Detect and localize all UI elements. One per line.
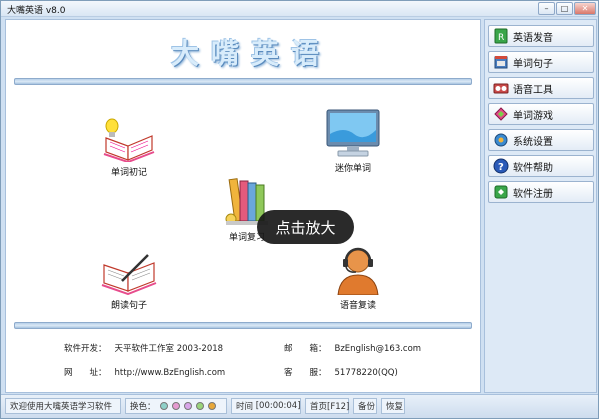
sidebar-item-word-sentences[interactable]: 单词句子 [488,51,594,73]
support-label: 客 服： [284,368,327,378]
sidebar-item-label: 英语发音 [513,32,553,44]
website-link[interactable]: http://www.BzEnglish.com [115,368,226,378]
sidebar: R 英语发音 单词句子 语音工具 单词游戏 系统设置 ? 软件帮助 软件注册 [484,19,597,393]
feature-label: 迷你单词 [334,164,371,174]
time-value: [00:00:04] [255,401,301,411]
email-value[interactable]: BzEnglish@163.com [335,344,422,354]
sidebar-item-pronunciation[interactable]: R 英语发音 [488,25,594,47]
top-divider [14,78,472,85]
main-panel: 大嘴英语 单词初记 迷你单词 单词复习 朗读句子 语音复读 点击放大 软件开发：… [5,19,481,393]
help-icon: ? [493,158,509,174]
developer-label: 软件开发： [64,344,107,354]
support-value: 51778220(QQ) [334,368,398,378]
sidebar-item-label: 软件帮助 [513,162,553,174]
open-book-pen-icon [84,245,174,295]
game-icon [494,107,508,121]
sidebar-item-label: 语音工具 [513,84,553,96]
time-label: 时间 [236,402,254,412]
headset-person-icon [313,245,403,295]
svg-text:R: R [498,33,504,43]
svg-text:?: ? [498,162,504,173]
sidebar-item-label: 软件注册 [513,188,553,200]
app-title: 大嘴英语 [170,37,331,70]
developer-info: 软件开发： 天平软件工作室 2003-2018 [64,342,223,354]
website-label: 网 址： [64,368,107,378]
elapsed-time: 时间 [00:00:04] [231,398,301,414]
app-window: 大嘴英语 v8.0 – □ ✕ 大嘴英语 单词初记 迷你单词 单词复习 朗读句子… [0,0,599,419]
sidebar-item-help[interactable]: ? 软件帮助 [488,155,594,177]
skin-color-option[interactable] [207,402,216,410]
sidebar-item-label: 单词游戏 [513,110,553,122]
feature-voice-repeat[interactable]: 语音复读 [313,245,403,311]
minimize-button[interactable]: – [538,2,555,15]
monitor-icon [308,108,398,158]
status-bar: 欢迎使用大嘴英语学习软件 换色： 时间 [00:00:04] 首页[F12] 备… [1,394,598,418]
email-info: 邮 箱： BzEnglish@163.com [284,342,421,354]
feature-memorize-words[interactable]: 单词初记 [84,112,174,178]
zoom-tooltip: 点击放大 [257,210,354,244]
dictionary-icon [494,56,508,69]
book-lightbulb-icon [84,112,174,162]
skin-color-picker: 换色： [125,398,227,414]
sidebar-item-label: 系统设置 [513,136,553,148]
sidebar-item-word-games[interactable]: 单词游戏 [488,103,594,125]
home-button[interactable]: 首页[F12] [305,398,349,414]
register-icon [494,185,508,199]
bottom-divider [14,322,472,329]
developer-value: 天平软件工作室 2003-2018 [114,344,224,354]
support-info: 客 服： 51778220(QQ) [284,366,398,378]
sidebar-item-settings[interactable]: 系统设置 [488,129,594,151]
settings-icon [494,133,508,147]
window-title: 大嘴英语 v8.0 [7,6,66,16]
restore-button[interactable]: 恢复 [381,398,405,414]
window-controls: – □ ✕ [537,2,596,15]
close-button[interactable]: ✕ [574,2,596,15]
feature-label: 朗读句子 [110,301,147,311]
maximize-button[interactable]: □ [556,2,573,15]
audio-tool-icon [493,83,509,94]
skin-color-option[interactable] [183,402,192,410]
backup-button[interactable]: 备份 [353,398,377,414]
sidebar-item-audio-tools[interactable]: 语音工具 [488,77,594,99]
skin-label: 换色： [130,402,156,412]
feature-mini-words[interactable]: 迷你单词 [308,108,398,174]
feature-label: 单词初记 [110,168,147,178]
pronunciation-icon: R [494,28,508,44]
skin-color-option[interactable] [159,402,168,410]
website-info: 网 址： http://www.BzEnglish.com [64,366,225,378]
title-bar[interactable]: 大嘴英语 v8.0 – □ ✕ [1,1,598,17]
feature-label: 语音复读 [339,301,376,311]
sidebar-item-label: 单词句子 [513,58,553,70]
feature-read-sentences[interactable]: 朗读句子 [84,245,174,311]
sidebar-item-register[interactable]: 软件注册 [488,181,594,203]
skin-color-option[interactable] [171,402,180,410]
welcome-status: 欢迎使用大嘴英语学习软件 [5,398,121,414]
skin-color-option[interactable] [195,402,204,410]
email-label: 邮 箱： [284,344,327,354]
